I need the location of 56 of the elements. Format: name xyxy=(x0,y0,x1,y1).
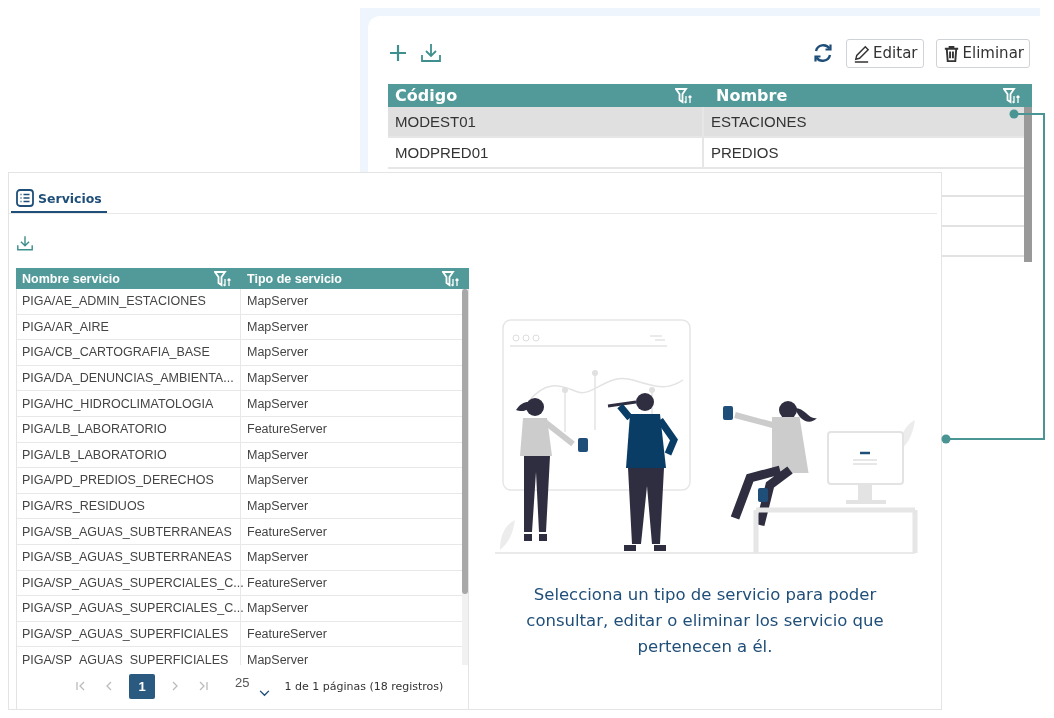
table-cell: PIGA/SP_AGUAS_SUPERCIALES_C... xyxy=(17,596,241,621)
table-cell: PIGA/DA_DENUNCIAS_AMBIENTA... xyxy=(17,365,241,391)
page-size-dropdown[interactable]: 25 xyxy=(235,675,271,697)
table-cell: PIGA/SB_AGUAS_SUBTERRANEAS xyxy=(17,519,241,544)
table-row[interactable]: MODEST01 ESTACIONES xyxy=(388,107,1024,138)
filter-sort-icon[interactable] xyxy=(675,87,692,104)
table-cell: PIGA/SB_AGUAS_SUBTERRANEAS xyxy=(17,544,241,570)
tab[interactable]: Servicios xyxy=(11,185,107,213)
chevron-down-icon xyxy=(259,690,271,697)
table-cell-text: FeatureServer xyxy=(246,523,328,541)
empty-state-message: Selecciona un tipo de servicio para poder consultar, editar o eliminar los servicio que pertenecen a él. xyxy=(525,584,885,658)
table-cell: MODEST01 xyxy=(388,107,704,136)
delete-button[interactable]: Eliminar xyxy=(935,38,1030,68)
scrollbar-thumb[interactable] xyxy=(462,289,468,594)
table-cell: PIGA/SP_AGUAS_SUPERFICIALES xyxy=(17,621,241,647)
scrollbar[interactable] xyxy=(1024,107,1032,262)
table-cell: PIGA/AR_AIRE xyxy=(17,314,241,340)
table-cell: MODPRED01 xyxy=(388,138,704,167)
table-cell-text: MapServer xyxy=(246,472,310,490)
table-cell: PIGA/AE_ADMIN_ESTACIONES xyxy=(17,289,241,314)
table-cell: PIGA/CB_CARTOGRAFIA_BASE xyxy=(17,340,241,365)
filter-sort-icon[interactable] xyxy=(1003,87,1020,104)
table-row[interactable]: MODPRED01 PREDIOS xyxy=(388,138,1024,169)
refresh-icon[interactable] xyxy=(812,42,835,64)
table-cell-text: MapServer xyxy=(246,395,310,413)
table-cell-text: ESTACIONES xyxy=(710,112,808,132)
table-cell-text: FeatureServer xyxy=(246,574,328,592)
table-cell-text: MapServer xyxy=(246,549,310,567)
download-icon[interactable] xyxy=(16,235,34,252)
last-page-icon[interactable] xyxy=(197,680,209,692)
table-cell: PIGA/RS_RESIDUOS xyxy=(17,493,241,519)
table-cell: PIGA/PD_PREDIOS_DERECHOS xyxy=(17,468,241,493)
list-icon xyxy=(16,189,34,207)
pencil-icon xyxy=(852,43,872,63)
table-cell-text: MapServer xyxy=(246,344,310,362)
pagination-summary: 1 de 1 páginas (18 registros) xyxy=(284,679,444,693)
table-cell-text: FeatureServer xyxy=(246,626,328,643)
table-cell-text: MapServer xyxy=(246,293,310,311)
table-cell-text: MapServer xyxy=(246,498,310,516)
table-cell-text: MapServer xyxy=(246,600,310,618)
edit-button[interactable]: Editar xyxy=(846,38,924,68)
table-cell-text: MapServer xyxy=(246,370,310,388)
page-button[interactable]: 1 xyxy=(129,673,155,699)
table-cell-text: MapServer xyxy=(246,446,310,464)
table-cell-text: PREDIOS xyxy=(710,143,780,163)
table-cell-text: FeatureServer xyxy=(246,421,328,439)
table-cell: PIGA/HC_HIDROCLIMATOLOGIA xyxy=(17,391,241,416)
table-cell: PIGA/LB_LABORATORIO xyxy=(17,416,241,442)
first-page-icon[interactable] xyxy=(75,680,87,692)
download-icon[interactable] xyxy=(420,43,442,63)
filter-sort-icon[interactable] xyxy=(214,270,231,287)
filter-sort-icon[interactable] xyxy=(442,270,459,287)
table-cell-text: MapServer xyxy=(246,318,310,336)
plus-icon[interactable] xyxy=(388,43,408,63)
table-cell: PIGA/LB_LABORATORIO xyxy=(17,442,241,468)
table-cell: PIGA/SP_AGUAS_SUPERCIALES_C... xyxy=(17,570,241,596)
